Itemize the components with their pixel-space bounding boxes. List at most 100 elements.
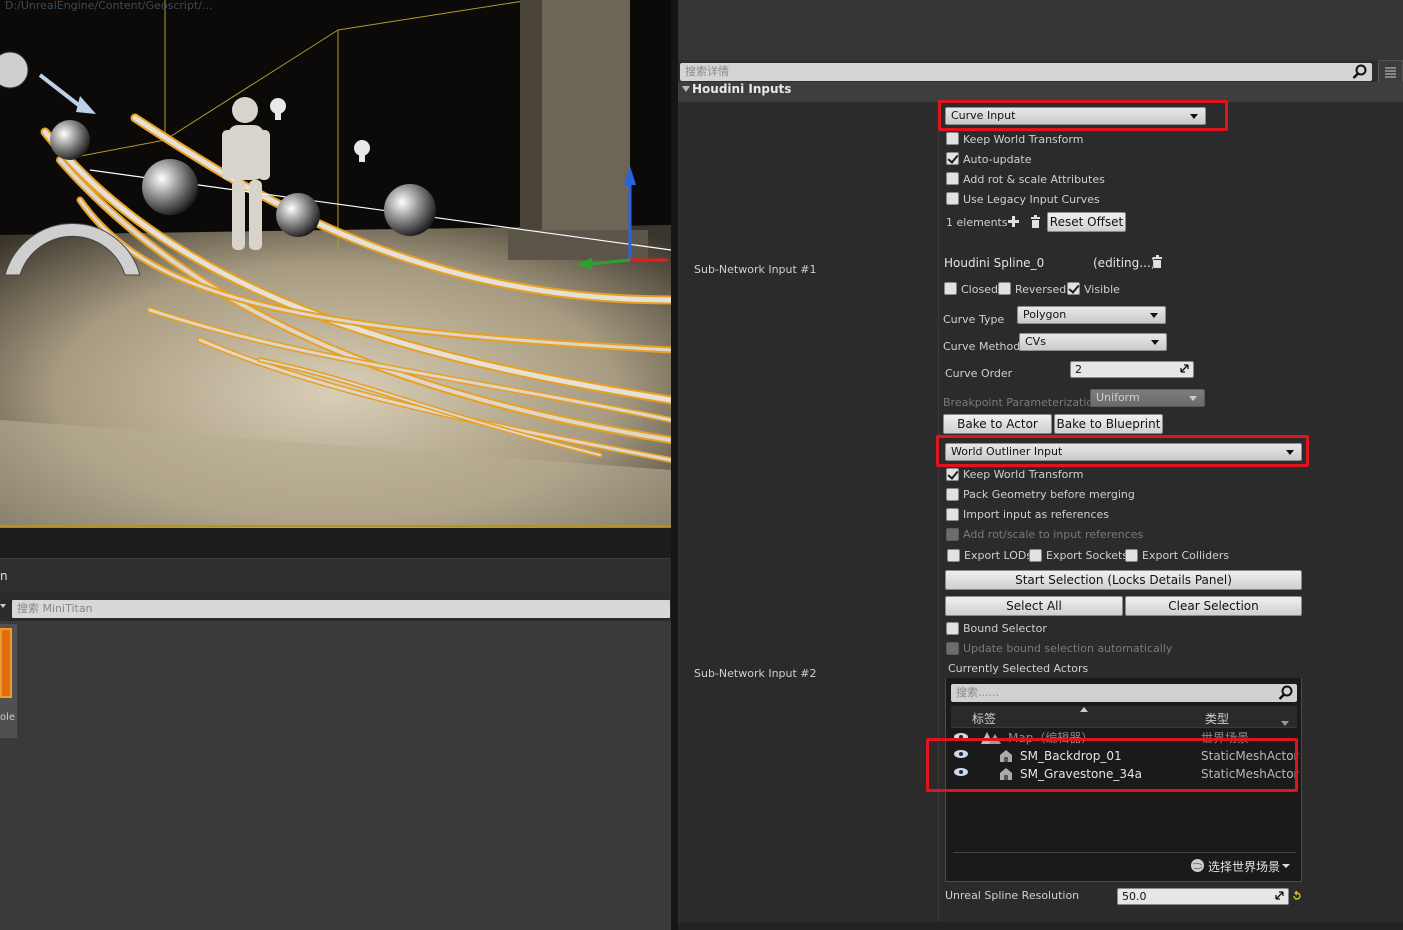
actors-search-input[interactable]: 搜索...... — [951, 684, 1297, 702]
world-picker-label: 选择世界场景 — [1208, 860, 1281, 874]
elements-count: 1 elements — [946, 216, 1008, 229]
keep-world-transform-label-1: Keep World Transform — [963, 133, 1084, 146]
export-lods-checkbox[interactable] — [947, 549, 960, 562]
legacy-curves-checkbox[interactable] — [946, 192, 959, 205]
content-search-input[interactable]: 搜索 MiniTitan — [12, 600, 670, 618]
curve-method-combo[interactable]: CVs — [1019, 333, 1167, 351]
pack-geometry-checkbox[interactable] — [946, 488, 959, 501]
closed-checkbox[interactable] — [944, 282, 957, 295]
breakpoint-combo[interactable]: Uniform — [1090, 389, 1205, 407]
visible-label: Visible — [1084, 283, 1120, 296]
svg-text:D:/UnrealEngine/Content/Geoscr: D:/UnrealEngine/Content/Geoscript/... — [5, 0, 212, 12]
pane-splitter[interactable] — [671, 0, 678, 930]
sub-network-input-2-label: Sub-Network Input #2 — [694, 667, 817, 680]
start-selection-button[interactable]: Start Selection (Locks Details Panel) — [945, 570, 1302, 590]
curve-type-combo[interactable]: Polygon — [1017, 306, 1166, 324]
collapse-arrow-icon[interactable] — [682, 86, 690, 92]
actors-footer-divider — [953, 852, 1296, 853]
chevron-down-icon — [1150, 313, 1158, 318]
delete-elements-icon[interactable] — [1030, 215, 1041, 228]
highlight-box-selected-actors — [926, 738, 1298, 792]
keep-world-transform-checkbox-2[interactable] — [946, 468, 959, 481]
curve-type-label: Curve Type — [943, 313, 1005, 326]
asset-thumbnail — [0, 628, 12, 698]
update-bound-label: Update bound selection automatically — [963, 642, 1173, 655]
bake-to-blueprint-button[interactable]: Bake to Blueprint — [1054, 414, 1163, 434]
editing-status: (editing...) — [1093, 256, 1156, 270]
export-sockets-label: Export Sockets — [1046, 549, 1129, 562]
spline-name: Houdini Spline_0 — [944, 256, 1045, 270]
import-refs-checkbox[interactable] — [946, 508, 959, 521]
breakpoint-value: Uniform — [1096, 391, 1140, 404]
chevron-down-icon — [1151, 340, 1159, 345]
asset-label: ole — [0, 712, 16, 723]
curve-method-value: CVs — [1025, 335, 1046, 348]
export-sockets-checkbox[interactable] — [1029, 549, 1042, 562]
world-picker-button[interactable]: 选择世界场景 — [1190, 857, 1295, 875]
actors-search-placeholder: 搜索...... — [956, 686, 999, 699]
export-colliders-checkbox[interactable] — [1125, 549, 1138, 562]
viewport-status-strip — [0, 528, 671, 558]
search-icon — [1352, 64, 1367, 79]
details-top-area — [678, 0, 1403, 60]
reset-to-default-icon[interactable] — [1292, 891, 1302, 901]
sub-network-input-1-label: Sub-Network Input #1 — [694, 263, 817, 276]
keep-world-transform-checkbox-1[interactable] — [946, 132, 959, 145]
bound-selector-label: Bound Selector — [963, 622, 1047, 635]
view-options-button[interactable] — [1378, 60, 1403, 84]
chevron-down-icon — [1189, 396, 1197, 401]
spline-resolution-input[interactable]: 50.0 — [1117, 888, 1289, 905]
highlight-box-curve-input — [938, 100, 1228, 131]
globe-icon — [1191, 859, 1204, 872]
details-search-input[interactable]: 搜索详情 — [680, 63, 1372, 81]
curve-type-value: Polygon — [1023, 308, 1067, 321]
add-element-icon[interactable] — [1007, 215, 1020, 228]
resize-spinner-icon[interactable] — [1180, 364, 1189, 373]
reset-offset-button[interactable]: Reset Offset — [1047, 212, 1126, 232]
keep-world-transform-label-2: Keep World Transform — [963, 468, 1084, 481]
list-view-icon — [1385, 67, 1396, 78]
bound-selector-checkbox[interactable] — [946, 622, 959, 635]
column-type-header[interactable]: 类型 — [1205, 710, 1229, 727]
curve-order-input[interactable]: 2 — [1070, 361, 1194, 378]
content-browser-body — [0, 620, 671, 930]
viewport-scene: D:/UnrealEngine/Content/Geoscript/... — [0, 0, 671, 528]
highlight-box-world-outliner — [936, 435, 1309, 467]
legacy-curves-label: Use Legacy Input Curves — [963, 193, 1100, 206]
auto-update-label: Auto-update — [963, 153, 1032, 166]
add-rot-scale-refs-checkbox[interactable] — [946, 528, 959, 541]
select-all-button[interactable]: Select All — [945, 596, 1123, 616]
details-search-placeholder: 搜索详情 — [685, 65, 729, 78]
pack-geometry-label: Pack Geometry before merging — [963, 488, 1135, 501]
details-bottom-strip — [678, 922, 1403, 930]
clear-selection-button[interactable]: Clear Selection — [1125, 596, 1302, 616]
import-refs-label: Import input as references — [963, 508, 1110, 521]
reversed-label: Reversed — [1015, 283, 1067, 296]
section-title: Houdini Inputs — [692, 82, 792, 96]
auto-update-checkbox[interactable] — [946, 152, 959, 165]
export-lods-label: Export LODs — [964, 549, 1033, 562]
curve-order-value: 2 — [1075, 363, 1082, 376]
level-viewport[interactable]: D:/UnrealEngine/Content/Geoscript/... — [0, 0, 671, 528]
spline-resolution-value: 50.0 — [1122, 890, 1147, 903]
houdini-inputs-section-header[interactable]: Houdini Inputs — [678, 82, 1403, 102]
column-options-icon[interactable] — [1281, 721, 1289, 726]
resize-spinner-icon[interactable] — [1275, 891, 1284, 900]
column-label-header[interactable]: 标签 — [972, 710, 996, 727]
actors-column-header: 标签 类型 — [951, 706, 1297, 728]
chevron-down-icon — [1282, 864, 1290, 868]
bake-to-actor-button[interactable]: Bake to Actor — [943, 414, 1052, 434]
visible-checkbox[interactable] — [1067, 282, 1080, 295]
add-rot-scale-label: Add rot & scale Attributes — [963, 173, 1105, 186]
delete-spline-icon[interactable] — [1152, 255, 1163, 268]
content-browser-header: n — [0, 558, 671, 592]
add-rot-scale-checkbox[interactable] — [946, 172, 959, 185]
add-rot-scale-refs-label: Add rot/scale to input references — [963, 528, 1144, 541]
dropdown-arrow-icon[interactable] — [0, 604, 6, 608]
curve-order-label: Curve Order — [945, 367, 1013, 380]
update-bound-checkbox[interactable] — [946, 642, 959, 655]
curve-method-label: Curve Method — [943, 340, 1021, 353]
column-divider[interactable] — [938, 102, 939, 922]
closed-label: Closed — [961, 283, 998, 296]
reversed-checkbox[interactable] — [998, 282, 1011, 295]
